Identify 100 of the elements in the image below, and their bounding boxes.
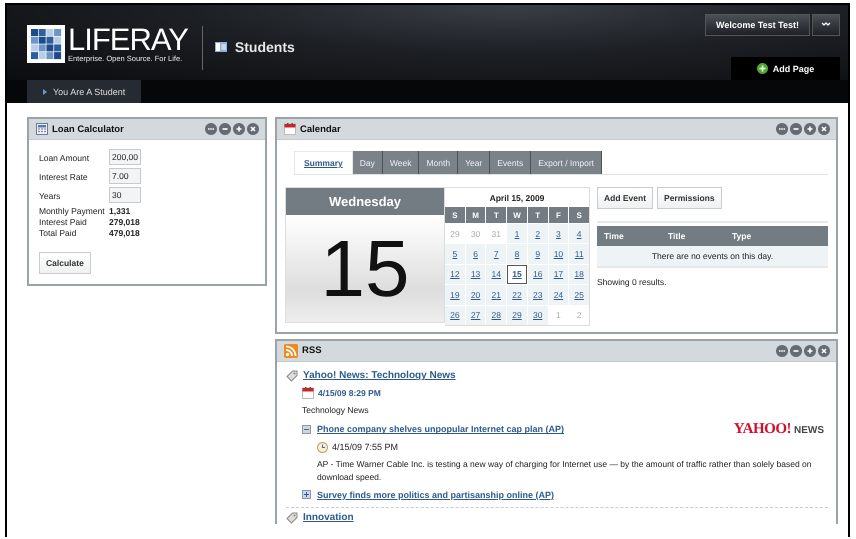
day-cell[interactable]: 25 (569, 285, 589, 305)
collapse-icon[interactable] (302, 424, 311, 434)
column-header: Time (604, 231, 625, 241)
calendar-tab[interactable]: Summary (294, 151, 353, 174)
logo-text: LIFERAY (68, 26, 188, 54)
field-label: Loan Amount (39, 153, 90, 163)
day-cell[interactable]: 19 (445, 285, 465, 305)
triangle-icon (43, 88, 47, 94)
day-cell[interactable]: 2 (528, 224, 548, 244)
day-cell[interactable]: 15 (507, 264, 527, 284)
day-cell[interactable]: 17 (548, 264, 568, 284)
maximize-icon[interactable] (804, 123, 816, 135)
options-icon[interactable] (776, 344, 788, 357)
calendar-tab[interactable]: Year (458, 151, 490, 174)
day-cell[interactable]: 8 (507, 244, 527, 264)
close-icon[interactable] (818, 123, 830, 135)
brand-logo-label: NEWS (794, 424, 824, 436)
day-cell[interactable]: 12 (445, 264, 465, 284)
calendar-tab[interactable]: Week (382, 151, 420, 174)
day-cell[interactable]: 26 (445, 306, 465, 325)
column-header: Title (668, 231, 686, 241)
calculate-button[interactable]: Calculate (39, 252, 91, 274)
month-title: April 15, 2009 (488, 192, 546, 205)
weekday-header: S (445, 207, 465, 223)
weekday-header: F (548, 207, 568, 223)
day-cell[interactable]: 9 (528, 244, 548, 264)
day-cell[interactable]: 21 (486, 285, 506, 305)
portlet-title: Loan Calculator (52, 124, 124, 134)
tag-icon (286, 512, 298, 524)
column-header: Type (732, 231, 752, 241)
calendar-button[interactable]: Permissions (657, 187, 722, 209)
day-cell[interactable]: 28 (486, 306, 506, 325)
page-icon (214, 42, 227, 52)
day-cell[interactable]: 18 (569, 264, 589, 284)
day-name: Wednesday (286, 188, 444, 215)
day-cell[interactable]: 10 (548, 244, 568, 264)
news-item-link[interactable]: Phone company shelves unpopular Internet cap plan (AP) (317, 424, 564, 434)
weekday-header: S (569, 207, 589, 223)
weekday-header: T (486, 207, 506, 223)
portlet-title: RSS (302, 345, 322, 356)
result-label: Monthly Payment (39, 206, 106, 216)
day-cell[interactable]: 22 (507, 285, 527, 305)
brand-logo-text: YAHOO! (734, 420, 791, 438)
day-cell[interactable]: 16 (528, 264, 548, 284)
welcome-button[interactable]: Welcome Test Test! (705, 14, 810, 36)
day-cell[interactable]: 23 (528, 285, 548, 305)
result-value: 1,331 (109, 206, 132, 216)
weekday-header: W (507, 207, 527, 223)
result-value: 479,018 (109, 228, 141, 238)
dropdown-button[interactable] (812, 14, 840, 36)
expand-icon[interactable] (302, 490, 311, 500)
day-cell[interactable]: 3 (548, 224, 568, 244)
result-label: Interest Paid (39, 217, 88, 227)
maximize-icon[interactable] (804, 344, 816, 357)
day-cell[interactable]: 20 (466, 285, 486, 305)
feed-date: 4/15/09 8:29 PM (318, 388, 381, 398)
close-icon[interactable] (818, 344, 830, 357)
day-cell[interactable]: 11 (569, 244, 589, 264)
calendar-icon (284, 123, 296, 135)
calendar-button[interactable]: Add Event (597, 187, 654, 209)
day-cell[interactable]: 7 (486, 244, 506, 264)
input-field[interactable]: 30 (109, 187, 141, 203)
logo-icon (27, 25, 65, 63)
input-field[interactable]: 7.00 (109, 168, 141, 184)
minimize-icon[interactable] (790, 344, 802, 357)
feed-title-link[interactable]: Innovation (303, 512, 354, 524)
day-cell[interactable]: 4 (569, 224, 589, 244)
field-label: Interest Rate (39, 172, 89, 182)
weekday-header: M (466, 207, 486, 223)
calendar-tab[interactable]: Export / Import (531, 151, 602, 174)
minimize-icon[interactable] (219, 123, 231, 135)
feed-title-link[interactable]: Yahoo! News: Technology News (303, 370, 456, 382)
maximize-icon[interactable] (233, 123, 245, 135)
day-cell[interactable]: 30 (528, 306, 548, 325)
day-cell[interactable]: 13 (466, 264, 486, 284)
result-label: Total Paid (39, 228, 78, 238)
minimize-icon[interactable] (790, 123, 802, 135)
result-value: 279,018 (109, 217, 141, 227)
feed-description: Technology News (302, 404, 370, 415)
news-item-link[interactable]: Survey finds more politics and partisanship online (AP) (317, 490, 554, 500)
day-cell[interactable]: 14 (486, 264, 506, 284)
day-cell[interactable]: 29 (507, 306, 527, 325)
options-icon[interactable] (205, 123, 217, 135)
day-cell[interactable]: 24 (548, 285, 568, 305)
calendar-tab[interactable]: Month (419, 151, 458, 174)
tag-icon (286, 370, 298, 382)
options-icon[interactable] (776, 123, 788, 135)
day-cell[interactable]: 5 (445, 244, 465, 264)
item-date: 4/15/09 7:55 PM (332, 442, 398, 452)
results-text: Showing 0 results. (597, 277, 668, 287)
nav-tab[interactable]: You Are A Student (27, 80, 142, 103)
close-icon[interactable] (247, 123, 259, 135)
add-page-button[interactable]: Add Page (731, 57, 840, 80)
day-cell[interactable]: 6 (466, 244, 486, 264)
calendar-tab[interactable]: Day (352, 151, 383, 174)
empty-message: There are no events on this day. (597, 246, 828, 266)
calendar-tab[interactable]: Events (490, 151, 532, 174)
day-cell[interactable]: 27 (466, 306, 486, 325)
input-field[interactable]: 200,00 (109, 149, 141, 165)
day-cell[interactable]: 1 (507, 224, 527, 244)
